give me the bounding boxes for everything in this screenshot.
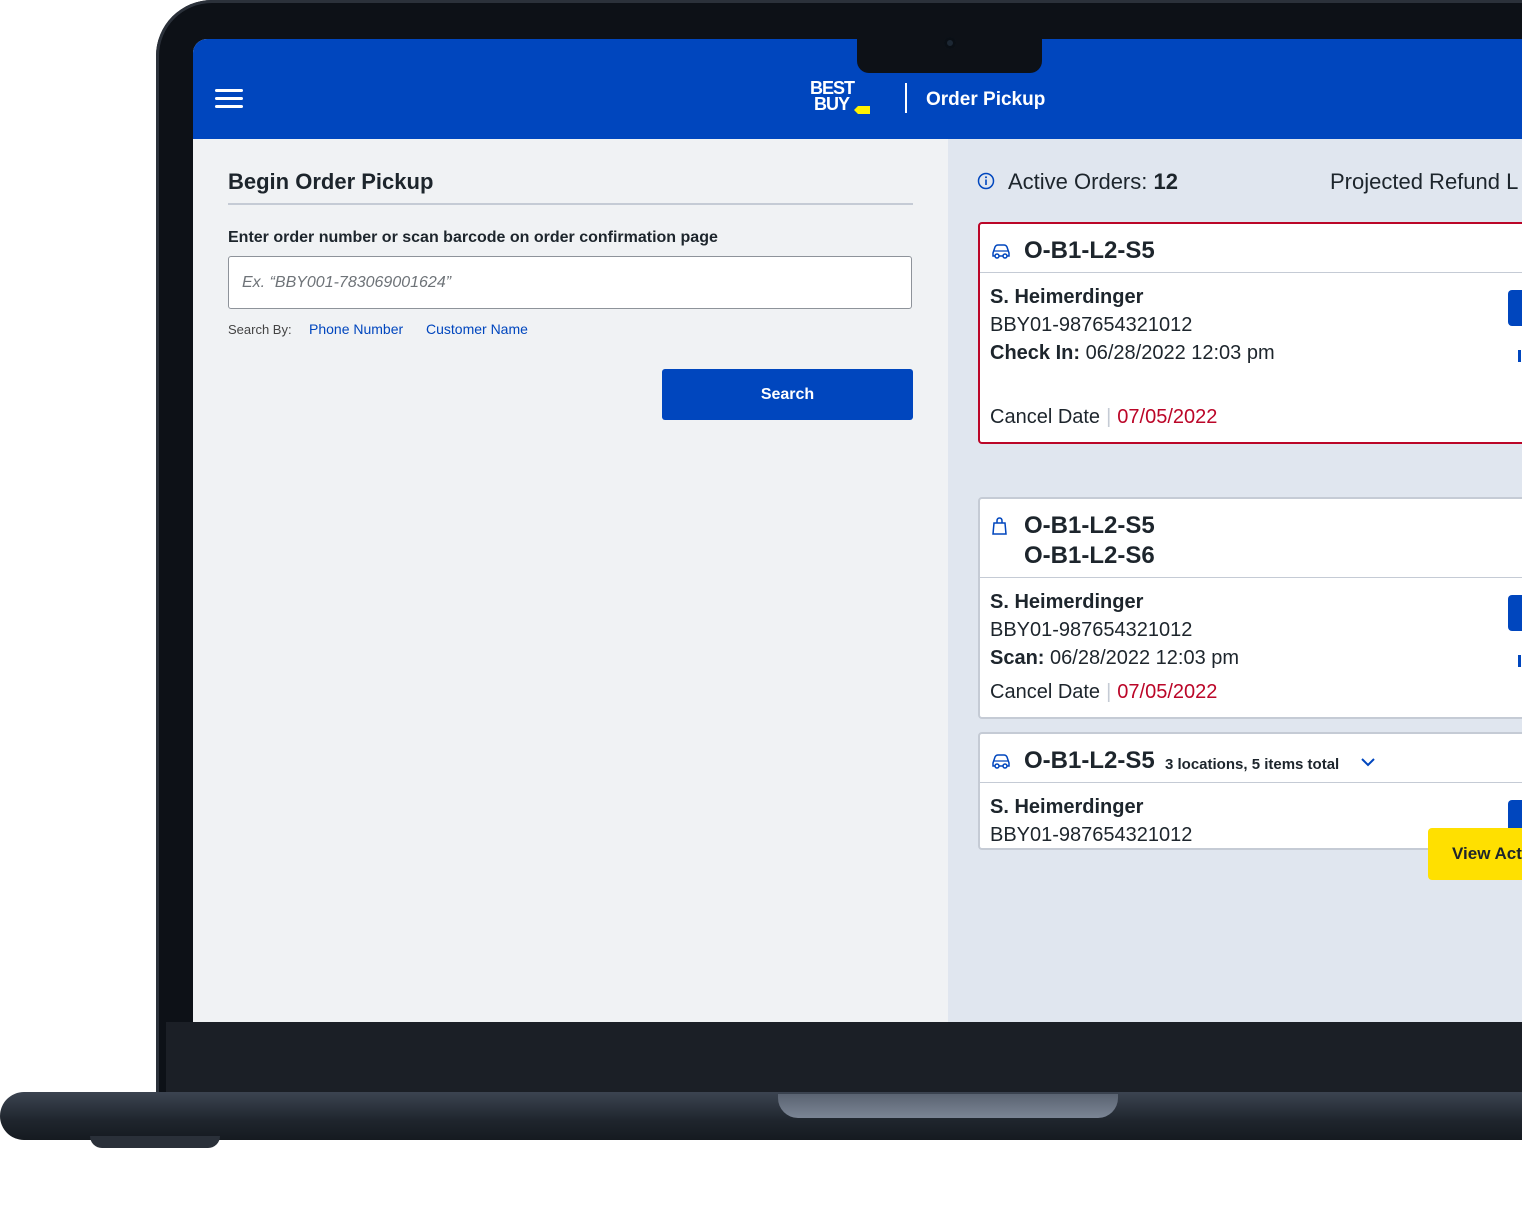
search-by-customer-link[interactable]: Customer Name: [426, 321, 528, 337]
order-id: O-B1-L2-S6: [1024, 542, 1155, 569]
order-number: BBY01-987654321012: [990, 619, 1193, 641]
chevron-down-icon[interactable]: [1360, 756, 1376, 768]
card-action-link[interactable]: [1518, 655, 1521, 667]
shopping-bag-icon: [992, 517, 1007, 535]
active-orders-pane: Active Orders: 12 Projected Refund L O-B…: [948, 139, 1522, 1022]
order-card[interactable]: O-B1-L2-S5 S. Heimerdinger BBY01-9876543…: [978, 222, 1522, 444]
order-number: BBY01-987654321012: [990, 314, 1193, 336]
car-icon: [992, 754, 1010, 769]
page-title: Begin Order Pickup: [228, 169, 434, 194]
card-action-button[interactable]: [1508, 290, 1522, 326]
customer-name: S. Heimerdinger: [990, 591, 1144, 613]
cancel-date-row: Cancel Date | 07/05/2022: [990, 681, 1218, 703]
order-id: O-B1-L2-S5: [1024, 512, 1155, 539]
order-card[interactable]: O-B1-L2-S5 O-B1-L2-S6 S. Heimerdinger BB…: [978, 497, 1522, 719]
info-icon[interactable]: [977, 172, 995, 190]
card-action-button[interactable]: [1508, 595, 1522, 631]
menu-icon[interactable]: [215, 89, 243, 109]
header-divider: [905, 83, 907, 113]
check-in-time: Check In: 06/28/2022 12:03 pm: [990, 342, 1275, 364]
search-button[interactable]: Search: [662, 369, 913, 420]
laptop-opening-groove: [778, 1094, 1118, 1118]
search-by-label: Search By:: [228, 322, 292, 337]
search-by-phone-link[interactable]: Phone Number: [309, 321, 403, 337]
laptop-foot: [90, 1136, 220, 1148]
laptop-base: [0, 1092, 1522, 1140]
app-title: Order Pickup: [926, 89, 1046, 110]
location-summary: 3 locations, 5 items total: [1165, 756, 1340, 773]
scan-time: Scan: 06/28/2022 12:03 pm: [990, 647, 1240, 669]
customer-name: S. Heimerdinger: [990, 286, 1144, 308]
view-active-orders-button[interactable]: View Act: [1428, 828, 1522, 880]
order-id: O-B1-L2-S5: [1024, 237, 1155, 264]
cancel-date: 07/05/2022: [1117, 681, 1218, 703]
customer-name: S. Heimerdinger: [990, 796, 1144, 818]
order-number: BBY01-987654321012: [990, 824, 1193, 846]
begin-pickup-pane: Begin Order Pickup Enter order number or…: [193, 139, 948, 1022]
camera-notch: [857, 37, 1042, 73]
laptop-screen: BEST BUY Order Pickup Begin Order Pickup …: [193, 39, 1522, 1022]
best-buy-logo: BEST BUY: [810, 79, 872, 116]
title-divider: [228, 203, 913, 205]
active-orders-label: Active Orders: 12: [1008, 169, 1178, 194]
laptop-bezel-chin: [166, 1022, 1522, 1094]
cancel-date: 07/05/2022: [1117, 406, 1218, 428]
order-input-label: Enter order number or scan barcode on or…: [228, 229, 718, 246]
camera-icon: [944, 37, 956, 49]
cancel-date-row: Cancel Date | 07/05/2022: [990, 406, 1218, 428]
active-orders-count: 12: [1153, 169, 1178, 194]
order-number-input[interactable]: [228, 256, 912, 309]
projected-refund-label: Projected Refund L: [1330, 169, 1519, 194]
card-action-link[interactable]: [1518, 350, 1521, 362]
order-id: O-B1-L2-S5: [1024, 747, 1155, 774]
car-icon: [992, 244, 1010, 259]
